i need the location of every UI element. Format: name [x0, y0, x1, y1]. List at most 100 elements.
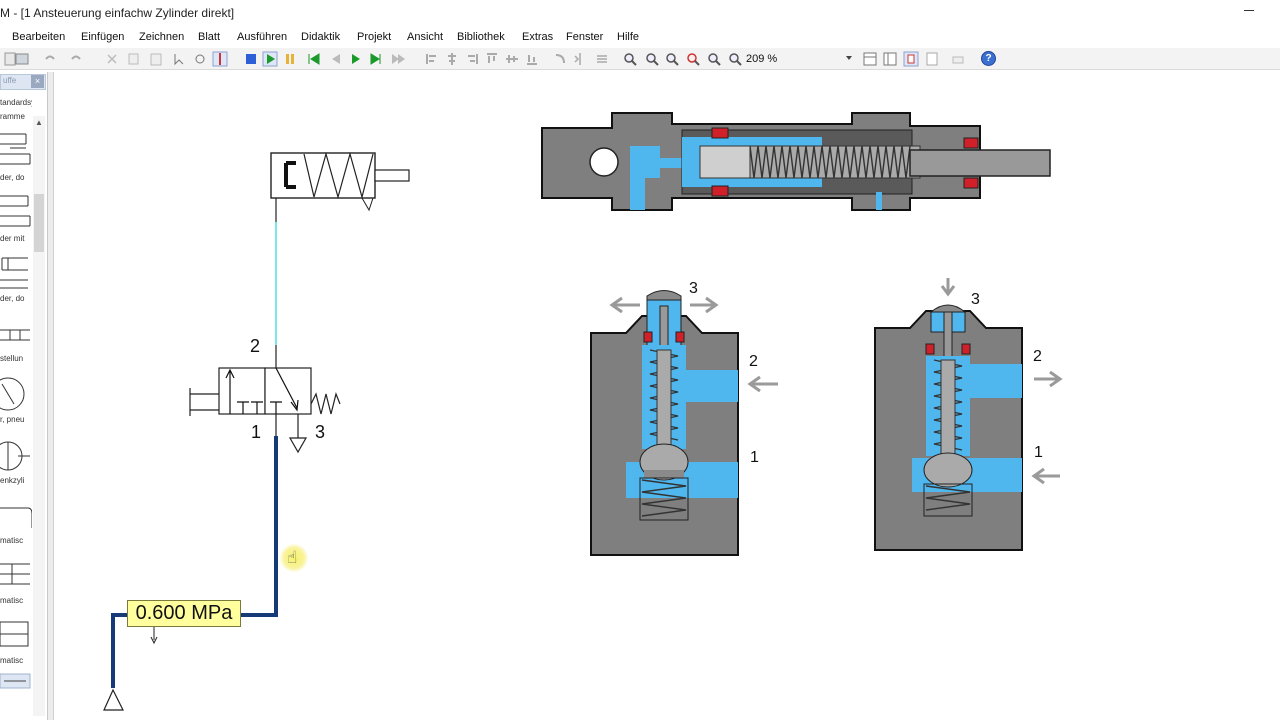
library-label: matisc: [0, 596, 24, 605]
menu-bar: Bearbeiten Einfügen Zeichnen Blatt Ausfü…: [0, 28, 1280, 48]
scrollbar-thumb[interactable]: [34, 194, 44, 252]
hand-cursor-icon: ☝: [287, 548, 298, 567]
cutaway-left-port-3: 3: [689, 280, 698, 297]
close-icon[interactable]: ×: [31, 75, 44, 88]
step-end-icon[interactable]: [368, 51, 384, 67]
menu-blatt[interactable]: Blatt: [198, 31, 220, 43]
scroll-up-icon[interactable]: ▲: [33, 118, 45, 127]
play-icon[interactable]: [262, 51, 278, 67]
cutaway-right-port-3: 3: [971, 291, 980, 308]
app-window: M - [1 Ansteuerung einfachw Zylinder dir…: [0, 0, 1280, 720]
cut-icon[interactable]: [104, 51, 120, 67]
library-panel-header: uffe ×: [0, 74, 46, 90]
library-item-cylinder-2[interactable]: [0, 190, 32, 234]
library-label: tandardsy: [0, 98, 32, 107]
select-icon[interactable]: [172, 51, 188, 67]
step-back-icon[interactable]: [328, 51, 344, 67]
zoom-window-icon[interactable]: [685, 51, 701, 67]
library-item-positioner[interactable]: [0, 320, 32, 352]
pressure-source-symbol[interactable]: [103, 688, 124, 711]
minimize-button[interactable]: [1244, 10, 1254, 11]
library-label: stellun: [0, 354, 24, 363]
stop-icon[interactable]: [243, 51, 259, 67]
chevron-down-icon[interactable]: [844, 53, 854, 63]
library-label: der, do: [0, 294, 25, 303]
valve-cutaway-closed: [590, 290, 778, 556]
port-label-1: 1: [251, 422, 262, 442]
title-bar: M - [1 Ansteuerung einfachw Zylinder dir…: [0, 0, 1280, 26]
copy-icon[interactable]: [126, 51, 142, 67]
supply-line[interactable]: [111, 436, 278, 688]
menu-hilfe[interactable]: Hilfe: [617, 31, 639, 43]
zoom-icon[interactable]: [727, 51, 743, 67]
library-label: enkzyli: [0, 476, 25, 485]
help-icon[interactable]: ?: [981, 51, 996, 66]
cutaway-left-port-1: 1: [750, 449, 759, 466]
menu-bearbeiten[interactable]: Bearbeiten: [12, 31, 65, 43]
library-item-cylinder-3[interactable]: [0, 252, 32, 292]
zoom-in-icon[interactable]: [622, 51, 638, 67]
valve-cutaway-open: [874, 278, 1063, 551]
simulate-mode-icon[interactable]: [212, 51, 228, 67]
align-left-icon[interactable]: [424, 51, 440, 67]
library-label: matisc: [0, 536, 24, 545]
library-label: r, pneu: [0, 415, 25, 424]
library-scrollbar[interactable]: [33, 116, 45, 716]
library-item-cylinder[interactable]: [0, 128, 32, 174]
redo-icon[interactable]: [68, 51, 84, 67]
cutaway-left-port-2: 2: [749, 353, 758, 370]
library-item-pneumatic-3[interactable]: [0, 616, 32, 656]
menu-ausfuehren[interactable]: Ausführen: [237, 31, 287, 43]
zoom-fit-icon[interactable]: [664, 51, 680, 67]
library-panel-title: uffe: [3, 76, 17, 85]
align-center-icon[interactable]: [444, 51, 460, 67]
layout-icon[interactable]: [882, 51, 898, 67]
connect-icon[interactable]: [192, 51, 208, 67]
library-label: der, do: [0, 173, 25, 182]
page-icon[interactable]: [924, 51, 940, 67]
cylinder-symbol[interactable]: [270, 151, 410, 222]
menu-zeichnen[interactable]: Zeichnen: [139, 31, 184, 43]
library-item-selected[interactable]: [0, 672, 32, 692]
zoom-level[interactable]: 209 %: [746, 53, 777, 65]
menu-fenster[interactable]: Fenster: [566, 31, 603, 43]
menu-projekt[interactable]: Projekt: [357, 31, 391, 43]
mirror-icon[interactable]: [572, 51, 588, 67]
panel-splitter[interactable]: [48, 72, 54, 720]
pause-icon[interactable]: [282, 51, 298, 67]
fast-forward-icon[interactable]: [390, 51, 406, 67]
menu-einfuegen[interactable]: Einfügen: [81, 31, 124, 43]
rotate-icon[interactable]: [552, 51, 568, 67]
window-title: M - [1 Ansteuerung einfachw Zylinder dir…: [0, 6, 235, 20]
grid-icon[interactable]: [862, 51, 878, 67]
library-panel: uffe × tandardsy ramme ▲ der, do der mit…: [0, 72, 48, 720]
print-icon[interactable]: [950, 51, 966, 67]
cylinder-cutaway-illustration: [541, 112, 1051, 211]
align-right-icon[interactable]: [464, 51, 480, 67]
library-label: der mit: [0, 234, 25, 243]
library-item-pneumatic-2[interactable]: [0, 556, 32, 592]
pressure-readout[interactable]: 0.600 MPa: [127, 600, 241, 627]
menu-ansicht[interactable]: Ansicht: [407, 31, 443, 43]
align-bottom-icon[interactable]: [524, 51, 540, 67]
library-label: matisc: [0, 656, 24, 665]
menu-didaktik[interactable]: Didaktik: [301, 31, 340, 43]
reset-icon[interactable]: [306, 51, 322, 67]
undo-icon[interactable]: [42, 51, 58, 67]
save-icon[interactable]: [14, 51, 30, 67]
zoom-page-icon[interactable]: [706, 51, 722, 67]
align-middle-icon[interactable]: [504, 51, 520, 67]
library-item-pneumatic-1[interactable]: [0, 500, 32, 532]
menu-extras[interactable]: Extras: [522, 31, 553, 43]
group-icon[interactable]: [594, 51, 610, 67]
align-top-icon[interactable]: [484, 51, 500, 67]
menu-bibliothek[interactable]: Bibliothek: [457, 31, 505, 43]
cutaway-right-port-2: 2: [1033, 348, 1042, 365]
library-label: ramme: [0, 112, 25, 121]
library-item-swivel-cylinder[interactable]: [0, 438, 32, 474]
zoom-out-icon[interactable]: [644, 51, 660, 67]
library-item-motor[interactable]: [0, 374, 32, 414]
paste-icon[interactable]: [148, 51, 164, 67]
snap-icon[interactable]: [903, 51, 919, 67]
step-forward-icon[interactable]: [348, 51, 364, 67]
